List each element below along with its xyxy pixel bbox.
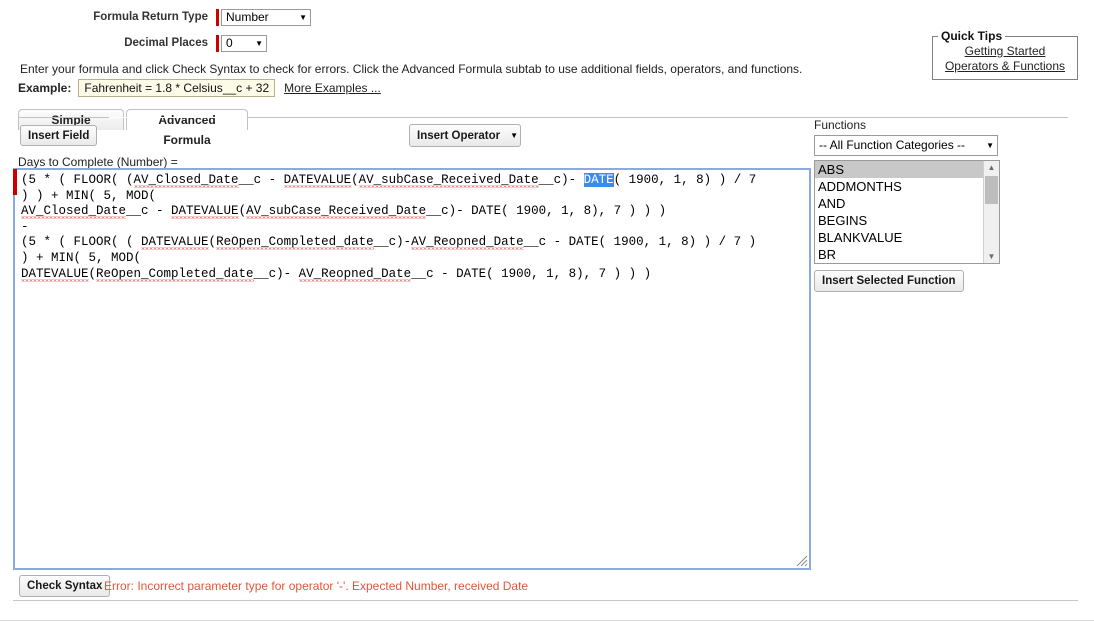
decimal-places-value: 0 bbox=[226, 35, 233, 50]
required-indicator-icon bbox=[216, 8, 219, 26]
check-syntax-button[interactable]: Check Syntax bbox=[19, 575, 111, 597]
function-list-item[interactable]: BR bbox=[815, 246, 983, 263]
insert-operator-button[interactable]: Insert Operator ▼ bbox=[409, 124, 521, 147]
example-value: Fahrenheit = 1.8 * Celsius__c + 32 bbox=[78, 79, 276, 97]
return-type-row: Formula Return Type Number ▼ bbox=[0, 4, 1094, 30]
formula-editor-wrapper: (5 * ( FLOOR( (AV_Closed_Date__c - DATEV… bbox=[13, 168, 811, 570]
scrollbar-thumb[interactable] bbox=[985, 176, 998, 204]
decimal-places-label: Decimal Places bbox=[124, 37, 208, 49]
return-type-control: Number ▼ bbox=[216, 8, 311, 26]
more-examples-link[interactable]: More Examples ... bbox=[284, 81, 381, 95]
chevron-down-icon: ▼ bbox=[255, 38, 263, 48]
insert-field-label: Insert Field bbox=[28, 129, 90, 142]
check-syntax-label: Check Syntax bbox=[27, 580, 103, 592]
function-category-select[interactable]: -- All Function Categories -- ▼ bbox=[814, 135, 998, 156]
tab-advanced-formula[interactable]: Advanced Formula bbox=[126, 109, 248, 147]
tab-divider-mask bbox=[109, 117, 229, 118]
decimal-places-control: 0 ▼ bbox=[216, 34, 267, 52]
example-label: Example: bbox=[18, 81, 72, 95]
function-list[interactable]: ABS ADDMONTHS AND BEGINS BLANKVALUE BR ▲ ▼ bbox=[814, 160, 1000, 264]
function-list-item[interactable]: ABS bbox=[815, 161, 983, 178]
function-list-item[interactable]: ADDMONTHS bbox=[815, 178, 983, 195]
functions-title: Functions bbox=[814, 118, 867, 132]
function-list-item[interactable]: AND bbox=[815, 195, 983, 212]
formula-return-type-select[interactable]: Number ▼ bbox=[221, 8, 311, 26]
scroll-up-icon[interactable]: ▲ bbox=[984, 161, 999, 174]
insert-field-button[interactable]: Insert Field bbox=[20, 125, 98, 146]
function-list-item[interactable]: BLANKVALUE bbox=[815, 229, 983, 246]
function-list-scrollbar[interactable]: ▲ ▼ bbox=[983, 161, 999, 263]
insert-operator-label: Insert Operator bbox=[417, 129, 501, 142]
chevron-down-icon: ▼ bbox=[986, 141, 994, 150]
scroll-down-icon[interactable]: ▼ bbox=[984, 250, 999, 263]
chevron-down-icon: ▼ bbox=[510, 131, 518, 140]
example-row: Example: Fahrenheit = 1.8 * Celsius__c +… bbox=[18, 79, 1094, 97]
chevron-down-icon: ▼ bbox=[299, 12, 307, 22]
functions-panel: Functions -- All Function Categories -- … bbox=[814, 118, 1010, 292]
decimal-places-row: Decimal Places 0 ▼ bbox=[0, 30, 1094, 56]
quick-tips-legend: Quick Tips bbox=[938, 29, 1006, 43]
function-list-item[interactable]: BEGINS bbox=[815, 212, 983, 229]
insert-selected-function-button[interactable]: Insert Selected Function bbox=[814, 270, 964, 292]
quick-tips-link-getting-started[interactable]: Getting Started bbox=[939, 44, 1071, 59]
formula-field-label: Days to Complete (Number) = bbox=[18, 155, 178, 169]
formula-textarea[interactable]: (5 * ( FLOOR( (AV_Closed_Date__c - DATEV… bbox=[13, 168, 811, 570]
return-type-value: Number bbox=[226, 9, 269, 24]
resize-handle-icon[interactable] bbox=[796, 555, 808, 567]
footer-divider bbox=[13, 600, 1078, 601]
decimal-places-select[interactable]: 0 ▼ bbox=[221, 34, 267, 52]
function-list-items: ABS ADDMONTHS AND BEGINS BLANKVALUE BR bbox=[815, 161, 983, 263]
syntax-error-message: Error: Incorrect parameter type for oper… bbox=[104, 579, 529, 593]
quick-tips-box: Quick Tips Getting Started Operators & F… bbox=[932, 29, 1078, 80]
insert-function-label: Insert Selected Function bbox=[822, 275, 956, 287]
required-indicator-icon bbox=[216, 34, 219, 52]
return-type-label: Formula Return Type bbox=[93, 11, 208, 23]
required-indicator-icon bbox=[13, 169, 17, 195]
quick-tips-link-operators-functions[interactable]: Operators & Functions bbox=[939, 59, 1071, 74]
function-category-value: -- All Function Categories -- bbox=[819, 138, 966, 152]
formula-settings-area: Formula Return Type Number ▼ Decimal Pla… bbox=[0, 0, 1094, 97]
